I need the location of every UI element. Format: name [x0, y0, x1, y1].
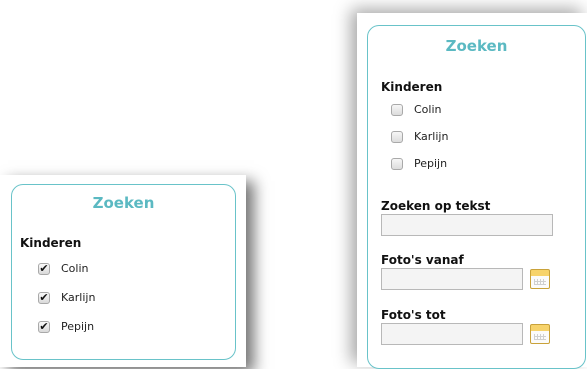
child-name: Pepijn — [414, 157, 448, 170]
calendar-icon[interactable] — [530, 324, 550, 344]
child-name: Karlijn — [61, 291, 96, 304]
photos-from-input[interactable] — [381, 268, 523, 290]
search-panel: Zoeken Kinderen Colin Karlijn Pepijn Zoe… — [367, 25, 586, 369]
search-text-label: Zoeken op tekst — [381, 199, 491, 213]
photos-from-label: Foto's vanaf — [381, 253, 464, 267]
child-name: Colin — [61, 262, 89, 275]
panel-title: Zoeken — [445, 37, 508, 55]
children-label: Kinderen — [20, 236, 82, 250]
child-name: Pepijn — [61, 320, 95, 333]
child-option-pepijn[interactable]: Pepijn — [391, 157, 447, 170]
child-option-karlijn[interactable]: Karlijn — [391, 130, 448, 143]
checkbox-checked-icon[interactable]: ✔ — [38, 320, 50, 333]
search-panel: Zoeken Kinderen ✔ Colin ✔ Karlijn ✔ Pepi… — [11, 184, 236, 360]
child-name: Karlijn — [414, 130, 449, 143]
child-option-pepijn[interactable]: ✔ Pepijn — [38, 320, 94, 333]
children-label: Kinderen — [381, 80, 443, 94]
search-text-input[interactable] — [381, 214, 553, 236]
screenshot-unchecked: Zoeken Kinderen Colin Karlijn Pepijn Zoe… — [357, 13, 587, 369]
checkbox-icon[interactable] — [391, 130, 403, 143]
checkbox-checked-icon[interactable]: ✔ — [38, 291, 50, 304]
child-option-colin[interactable]: ✔ Colin — [38, 262, 89, 275]
photos-to-input[interactable] — [381, 323, 523, 345]
child-name: Colin — [414, 103, 442, 116]
calendar-icon[interactable] — [530, 269, 550, 289]
child-option-karlijn[interactable]: ✔ Karlijn — [38, 291, 95, 304]
panel-title: Zoeken — [92, 194, 155, 212]
screenshot-checked: Zoeken Kinderen ✔ Colin ✔ Karlijn ✔ Pepi… — [0, 175, 246, 367]
child-option-colin[interactable]: Colin — [391, 103, 442, 116]
checkbox-icon[interactable] — [391, 157, 403, 170]
photos-to-label: Foto's tot — [381, 308, 446, 322]
checkbox-checked-icon[interactable]: ✔ — [38, 262, 50, 275]
checkbox-icon[interactable] — [391, 103, 403, 116]
